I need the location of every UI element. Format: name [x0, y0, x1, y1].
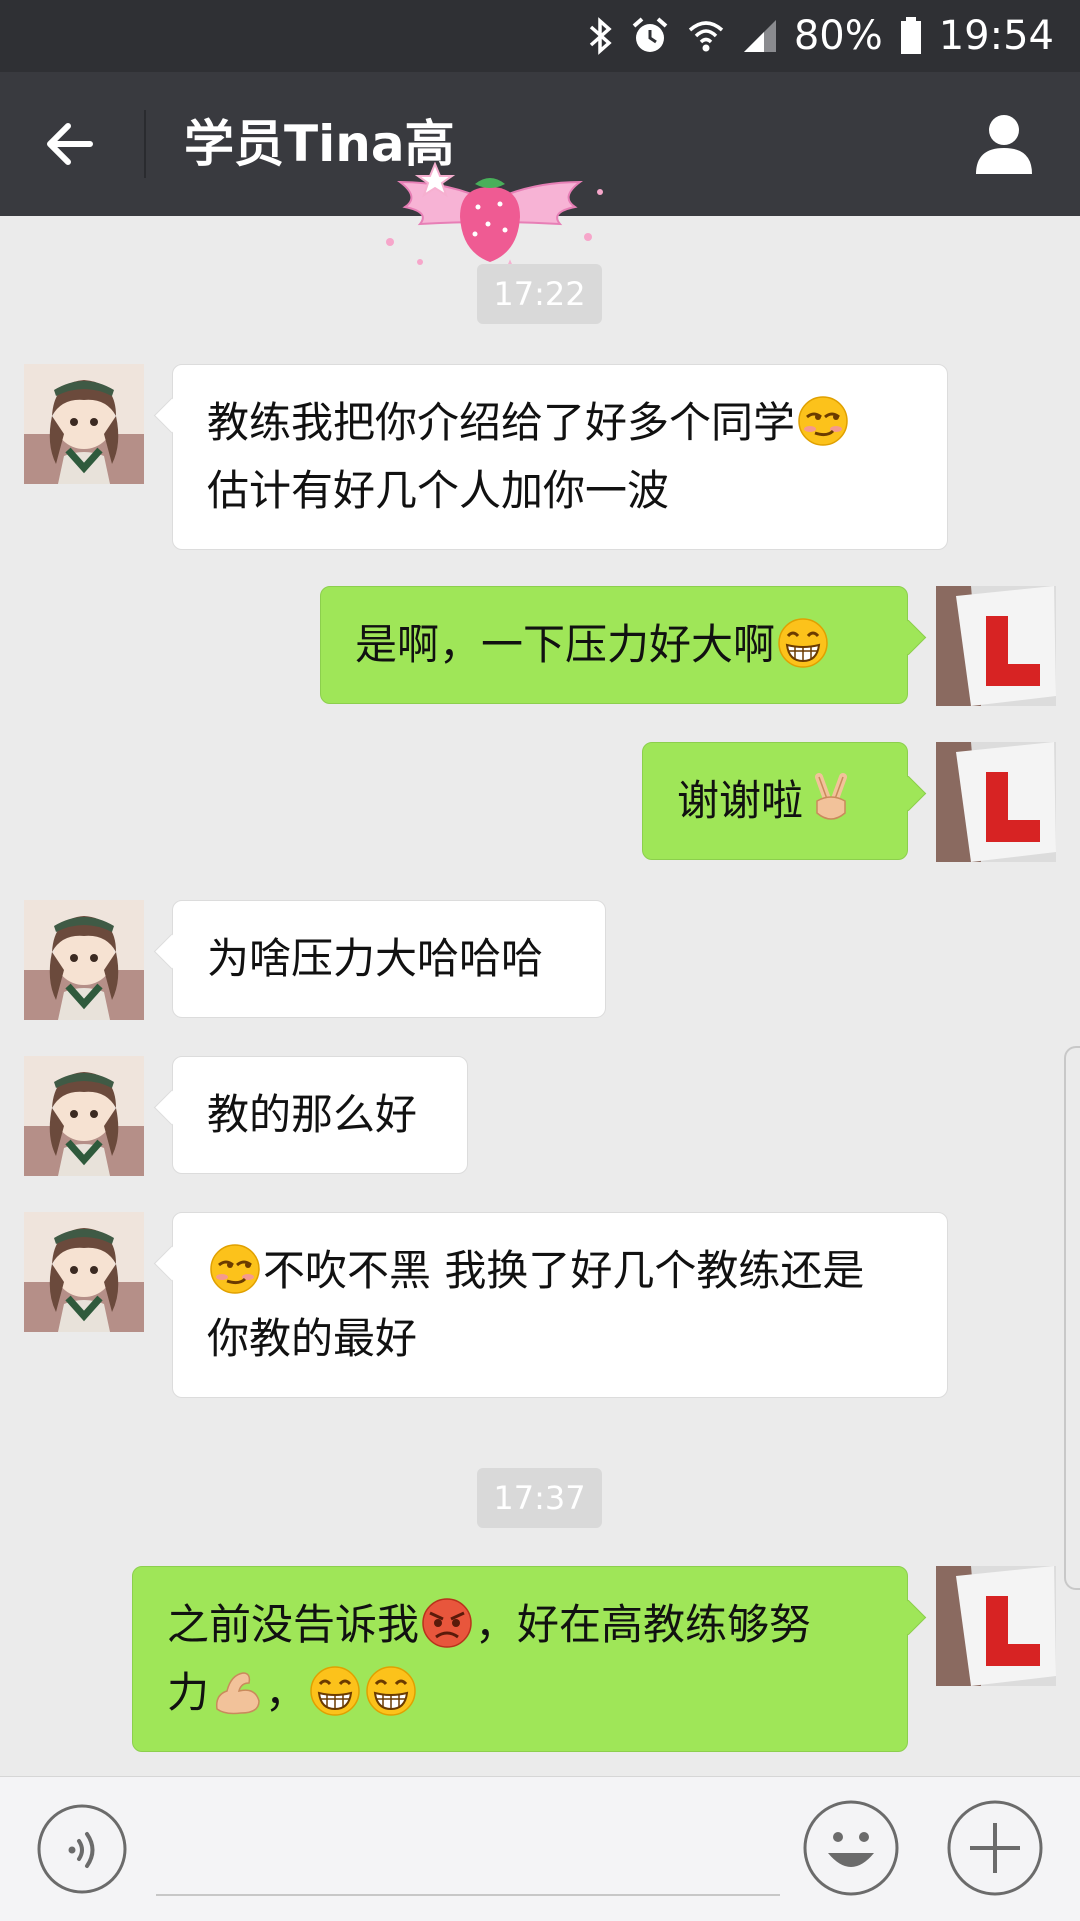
signal-icon [743, 20, 776, 52]
my-avatar[interactable] [936, 742, 1056, 862]
status-bar: 80% 19:54 [0, 0, 1080, 72]
angry-emoji [422, 1598, 472, 1648]
outgoing-message[interactable]: 谢谢啦 [642, 742, 908, 860]
alarm-icon [632, 17, 668, 52]
message-text: 教练我把你介绍给了好多个同学 [207, 398, 796, 447]
message-text: 不吹不黑 我换了好几个教练还是 [263, 1246, 865, 1295]
incoming-message[interactable]: 不吹不黑 我换了好几个教练还是你教的最好 [172, 1212, 948, 1398]
battery-icon [900, 17, 921, 54]
emoji-icon[interactable] [802, 1799, 900, 1897]
message-text: 是啊，一下压力好大啊 [355, 620, 776, 669]
timestamp: 17:22 [477, 264, 602, 324]
message-text-line2: 你教的最好 [207, 1314, 418, 1363]
my-avatar[interactable] [936, 586, 1056, 706]
battery-percent: 80% [793, 13, 883, 59]
chat-header: 学员Tina高 [0, 72, 1080, 292]
header-divider [144, 110, 146, 178]
scrollbar[interactable] [1064, 1046, 1080, 1590]
bluetooth-icon [589, 17, 612, 55]
timestamp: 17:37 [477, 1468, 602, 1528]
wifi-icon [688, 21, 723, 52]
chat-area[interactable]: 17:22 教练我把你介绍给了好多个同学 估计有好几个人加你一波 是啊，一下压力好… [0, 216, 1080, 1776]
message-text: 谢谢啦 [677, 776, 804, 825]
back-arrow-icon[interactable] [40, 114, 100, 174]
profile-icon[interactable] [968, 108, 1040, 180]
grin-emoji [366, 1666, 416, 1716]
contact-avatar[interactable] [24, 1212, 144, 1332]
contact-avatar[interactable] [24, 900, 144, 1020]
message-text: ， [265, 1668, 308, 1717]
incoming-message[interactable]: 教练我把你介绍给了好多个同学 估计有好几个人加你一波 [172, 364, 948, 550]
outgoing-message[interactable]: 之前没告诉我 ，好在高教练够努力 ， [132, 1566, 908, 1752]
grin-emoji [778, 618, 828, 668]
message-text: 为啥压力大哈哈哈 [207, 934, 544, 983]
contact-avatar[interactable] [24, 1056, 144, 1176]
smirk-emoji [210, 1244, 260, 1294]
plus-icon[interactable] [946, 1799, 1044, 1897]
incoming-message[interactable]: 教的那么好 [172, 1056, 468, 1174]
my-avatar[interactable] [936, 1566, 1056, 1686]
message-text: ，好在高教练够努 [475, 1600, 812, 1649]
message-text: 之前没告诉我 [167, 1600, 420, 1649]
message-input[interactable] [156, 1894, 780, 1896]
message-text-line2: 估计有好几个人加你一波 [207, 466, 670, 515]
grin-emoji [310, 1666, 360, 1716]
victory-hand-emoji [815, 773, 848, 820]
input-bar [0, 1776, 1080, 1921]
message-text-line2: 力 [167, 1668, 210, 1717]
smirk-emoji [798, 396, 848, 446]
outgoing-message[interactable]: 是啊，一下压力好大啊 [320, 586, 908, 704]
message-text: 教的那么好 [207, 1090, 418, 1139]
voice-input-icon[interactable] [36, 1803, 128, 1895]
clock-time: 19:54 [938, 13, 1054, 59]
flexed-biceps-emoji [215, 1672, 260, 1715]
contact-avatar[interactable] [24, 364, 144, 484]
incoming-message[interactable]: 为啥压力大哈哈哈 [172, 900, 606, 1018]
